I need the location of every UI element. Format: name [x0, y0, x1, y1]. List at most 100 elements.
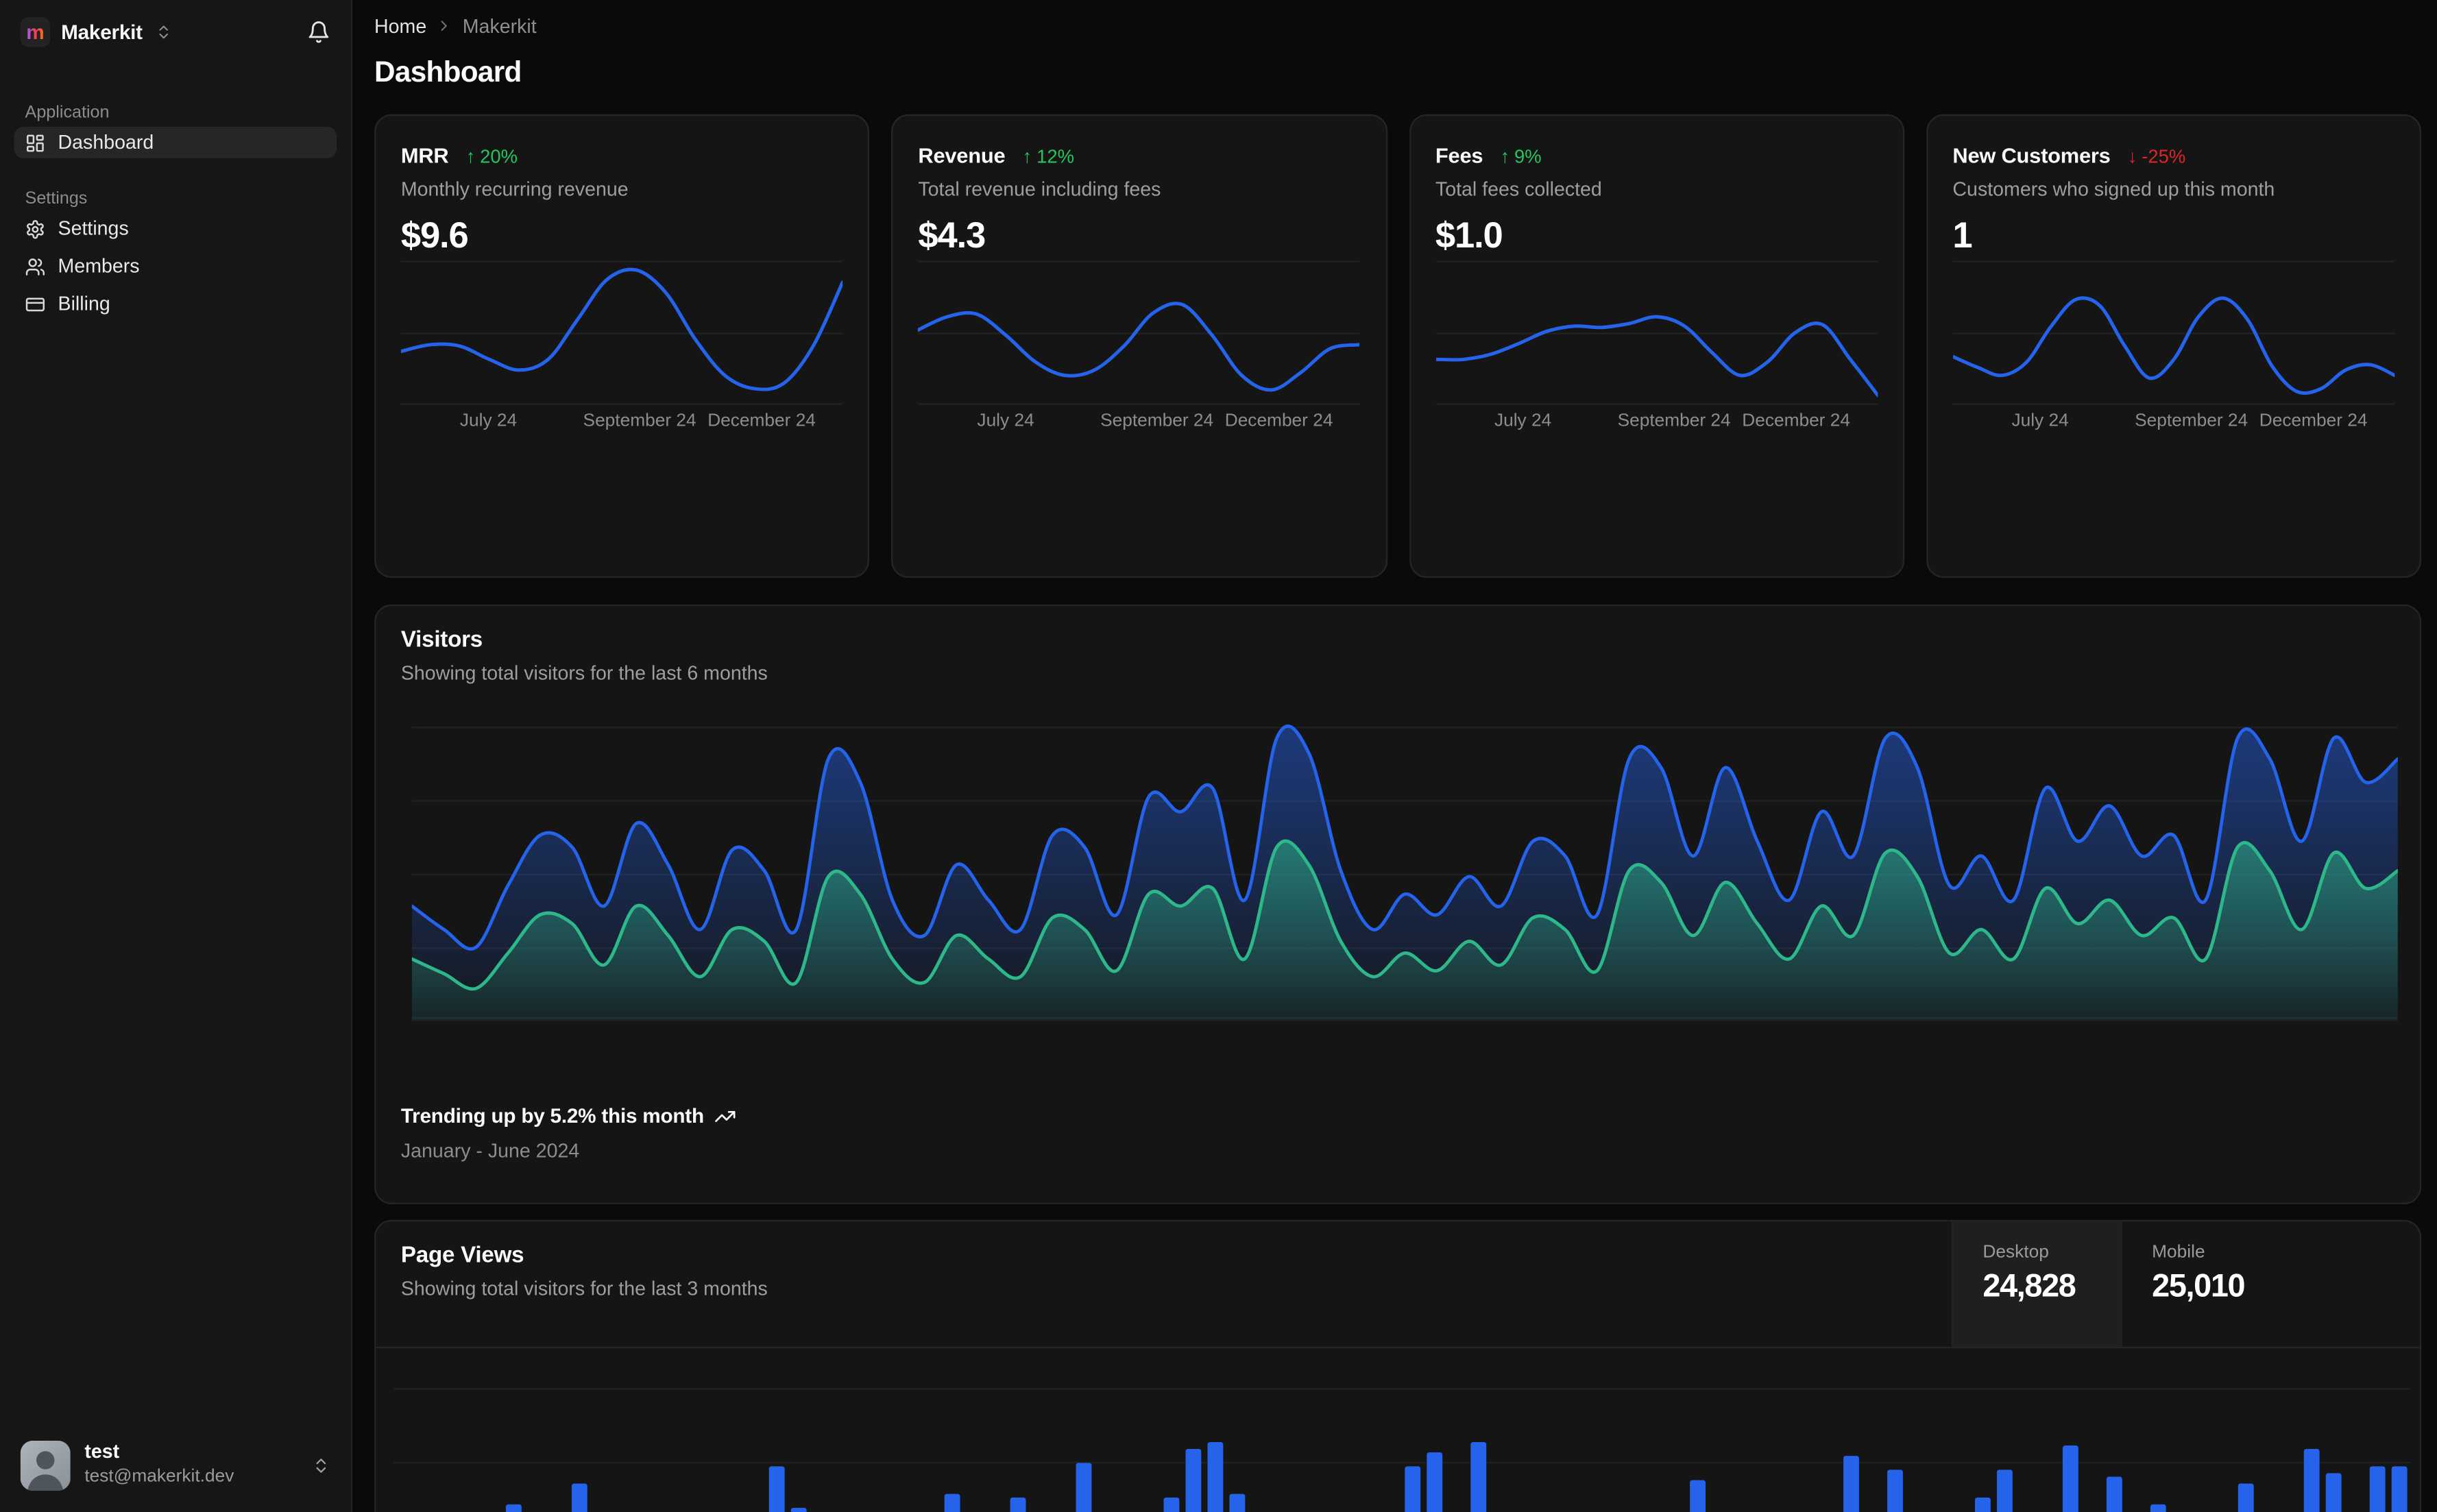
stat-card-title: New Customers — [1952, 144, 2111, 168]
arrow-up-icon: ↑ — [1500, 145, 1510, 168]
credit-card-icon — [25, 297, 45, 311]
visitors-title: Visitors — [400, 628, 483, 653]
sidebar-item-dashboard[interactable]: Dashboard — [14, 127, 337, 158]
avatar — [20, 1439, 71, 1491]
visitors-subtitle: Showing total visitors for the last 6 mo… — [400, 662, 768, 685]
stat-cards-row: MRR ↑ 20% Monthly recurring revenue $9.6… — [374, 114, 2422, 578]
stat-card-subtitle: Total revenue including fees — [918, 178, 1161, 201]
stat-card-title: MRR — [400, 144, 449, 168]
stat-card-title: Revenue — [918, 144, 1006, 168]
stat-card-subtitle: Customers who signed up this month — [1952, 178, 2275, 201]
trend-badge: ↑ 12% — [1023, 145, 1074, 167]
stat-card-mrr: MRR ↑ 20% Monthly recurring revenue $9.6… — [374, 114, 870, 578]
chevron-right-icon — [441, 21, 448, 32]
sparkline-chart-new-customers — [1952, 254, 2394, 406]
sidebar-item-settings[interactable]: Settings — [14, 213, 337, 245]
x-tick: September 24 — [583, 411, 696, 431]
trend-value: 20% — [480, 145, 518, 168]
user-name: test — [84, 1441, 120, 1463]
x-tick: September 24 — [2135, 411, 2248, 431]
visitors-panel: Visitors Showing total visitors for the … — [374, 604, 2422, 1204]
dashboard-screen: m Makerkit Application Dashboard Setting… — [0, 0, 2437, 1512]
sidebar-item-members[interactable]: Members — [14, 251, 337, 282]
page-views-panel: Page Views Showing total visitors for th… — [374, 1219, 2422, 1512]
sidebar-item-label: Billing — [58, 293, 110, 315]
x-tick: September 24 — [1617, 411, 1731, 431]
main-content: Home Makerkit Dashboard MRR ↑ 20% Monthl… — [354, 0, 2437, 1512]
trend-value: 12% — [1036, 145, 1074, 168]
sidebar-item-label: Settings — [58, 217, 129, 240]
sparkline-x-labels: July 24 September 24 December 24 — [1952, 412, 2394, 434]
toggle-value: 24,828 — [1983, 1268, 2076, 1305]
stat-card-value: $9.6 — [400, 215, 469, 256]
arrow-down-icon: ↓ — [2127, 145, 2137, 168]
logo-letter: m — [26, 20, 45, 44]
x-tick: December 24 — [707, 411, 816, 431]
page-title: Dashboard — [374, 54, 522, 88]
stat-card-title: Fees — [1435, 144, 1483, 168]
stat-card-new-customers: New Customers ↓ -25% Customers who signe… — [1926, 114, 2422, 578]
sidebar-item-billing[interactable]: Billing — [14, 288, 337, 319]
arrow-up-icon: ↑ — [1022, 145, 1032, 168]
trend-badge: ↑ 20% — [466, 145, 518, 167]
sparkline-chart-revenue — [918, 254, 1360, 406]
sidebar-section-application: Application Dashboard — [0, 103, 351, 158]
x-tick: July 24 — [459, 411, 518, 431]
x-tick: September 24 — [1100, 411, 1214, 431]
x-tick: July 24 — [1494, 411, 1552, 431]
trend-badge: ↑ 9% — [1500, 145, 1541, 167]
x-tick: December 24 — [1224, 411, 1333, 431]
stat-card-subtitle: Monthly recurring revenue — [400, 178, 629, 201]
users-icon — [25, 258, 45, 275]
x-tick: July 24 — [2011, 411, 2069, 431]
breadcrumb-current: Makerkit — [462, 14, 537, 37]
x-tick: July 24 — [977, 411, 1034, 431]
toggle-label: Desktop — [1983, 1243, 2049, 1263]
sidebar-section-settings: Settings Settings Members Billing — [0, 189, 351, 319]
trend-value: 9% — [1514, 145, 1542, 168]
stat-card-value: 1 — [1952, 215, 1972, 256]
page-views-header: Page Views Showing total visitors for th… — [376, 1221, 2420, 1349]
trend-value: -25% — [2142, 145, 2186, 168]
workspace-name[interactable]: Makerkit — [61, 21, 143, 44]
sparkline-chart-fees — [1435, 254, 1878, 406]
visitors-footer-trend: Trending up by 5.2% this month — [401, 1104, 737, 1127]
bell-icon[interactable] — [307, 21, 330, 44]
page-views-toggles: Desktop 24,828 Mobile 25,010 — [1951, 1221, 2420, 1347]
stat-card-revenue: Revenue ↑ 12% Total revenue including fe… — [891, 114, 1387, 578]
x-tick: December 24 — [1742, 411, 1850, 431]
breadcrumb: Home Makerkit — [374, 12, 2421, 39]
sidebar-item-label: Dashboard — [58, 131, 154, 154]
stat-card-value: $4.3 — [918, 215, 986, 256]
visitors-area-chart — [411, 716, 2398, 1021]
stat-card-fees: Fees ↑ 9% Total fees collected $1.0 July… — [1409, 114, 1904, 578]
user-info: test test@makerkit.dev — [84, 1441, 234, 1489]
sidebar-item-label: Members — [58, 255, 140, 278]
sparkline-x-labels: July 24 September 24 December 24 — [1435, 412, 1878, 434]
toggle-desktop[interactable]: Desktop 24,828 — [1951, 1221, 2121, 1347]
chevrons-up-down-icon — [159, 25, 168, 39]
visitors-footer-range: January - June 2024 — [400, 1140, 580, 1162]
gear-icon — [27, 219, 44, 239]
stat-card-subtitle: Total fees collected — [1435, 178, 1602, 201]
page-views-bar-chart — [393, 1348, 2411, 1512]
sidebar: m Makerkit Application Dashboard Setting… — [0, 0, 353, 1512]
sparkline-chart-mrr — [400, 254, 843, 406]
user-menu[interactable]: test test@makerkit.dev — [0, 1424, 351, 1512]
user-email: test@makerkit.dev — [84, 1467, 234, 1487]
section-label-settings: Settings — [25, 189, 88, 208]
toggle-mobile[interactable]: Mobile 25,010 — [2120, 1221, 2419, 1347]
sparkline-x-labels: July 24 September 24 December 24 — [918, 412, 1360, 434]
x-tick: December 24 — [2259, 411, 2368, 431]
toggle-label: Mobile — [2152, 1243, 2205, 1263]
toggle-value: 25,010 — [2152, 1268, 2245, 1305]
trend-text: Trending up by 5.2% this month — [400, 1103, 704, 1127]
layout-dashboard-icon — [27, 134, 44, 151]
chevrons-up-down-icon — [316, 1458, 326, 1472]
makerkit-logo: m — [20, 17, 51, 47]
trending-up-icon — [716, 1110, 736, 1121]
workspace-selector[interactable]: m Makerkit — [0, 0, 351, 61]
breadcrumb-home-link[interactable]: Home — [374, 15, 426, 37]
stat-card-value: $1.0 — [1435, 215, 1503, 256]
arrow-up-icon: ↑ — [465, 145, 476, 168]
